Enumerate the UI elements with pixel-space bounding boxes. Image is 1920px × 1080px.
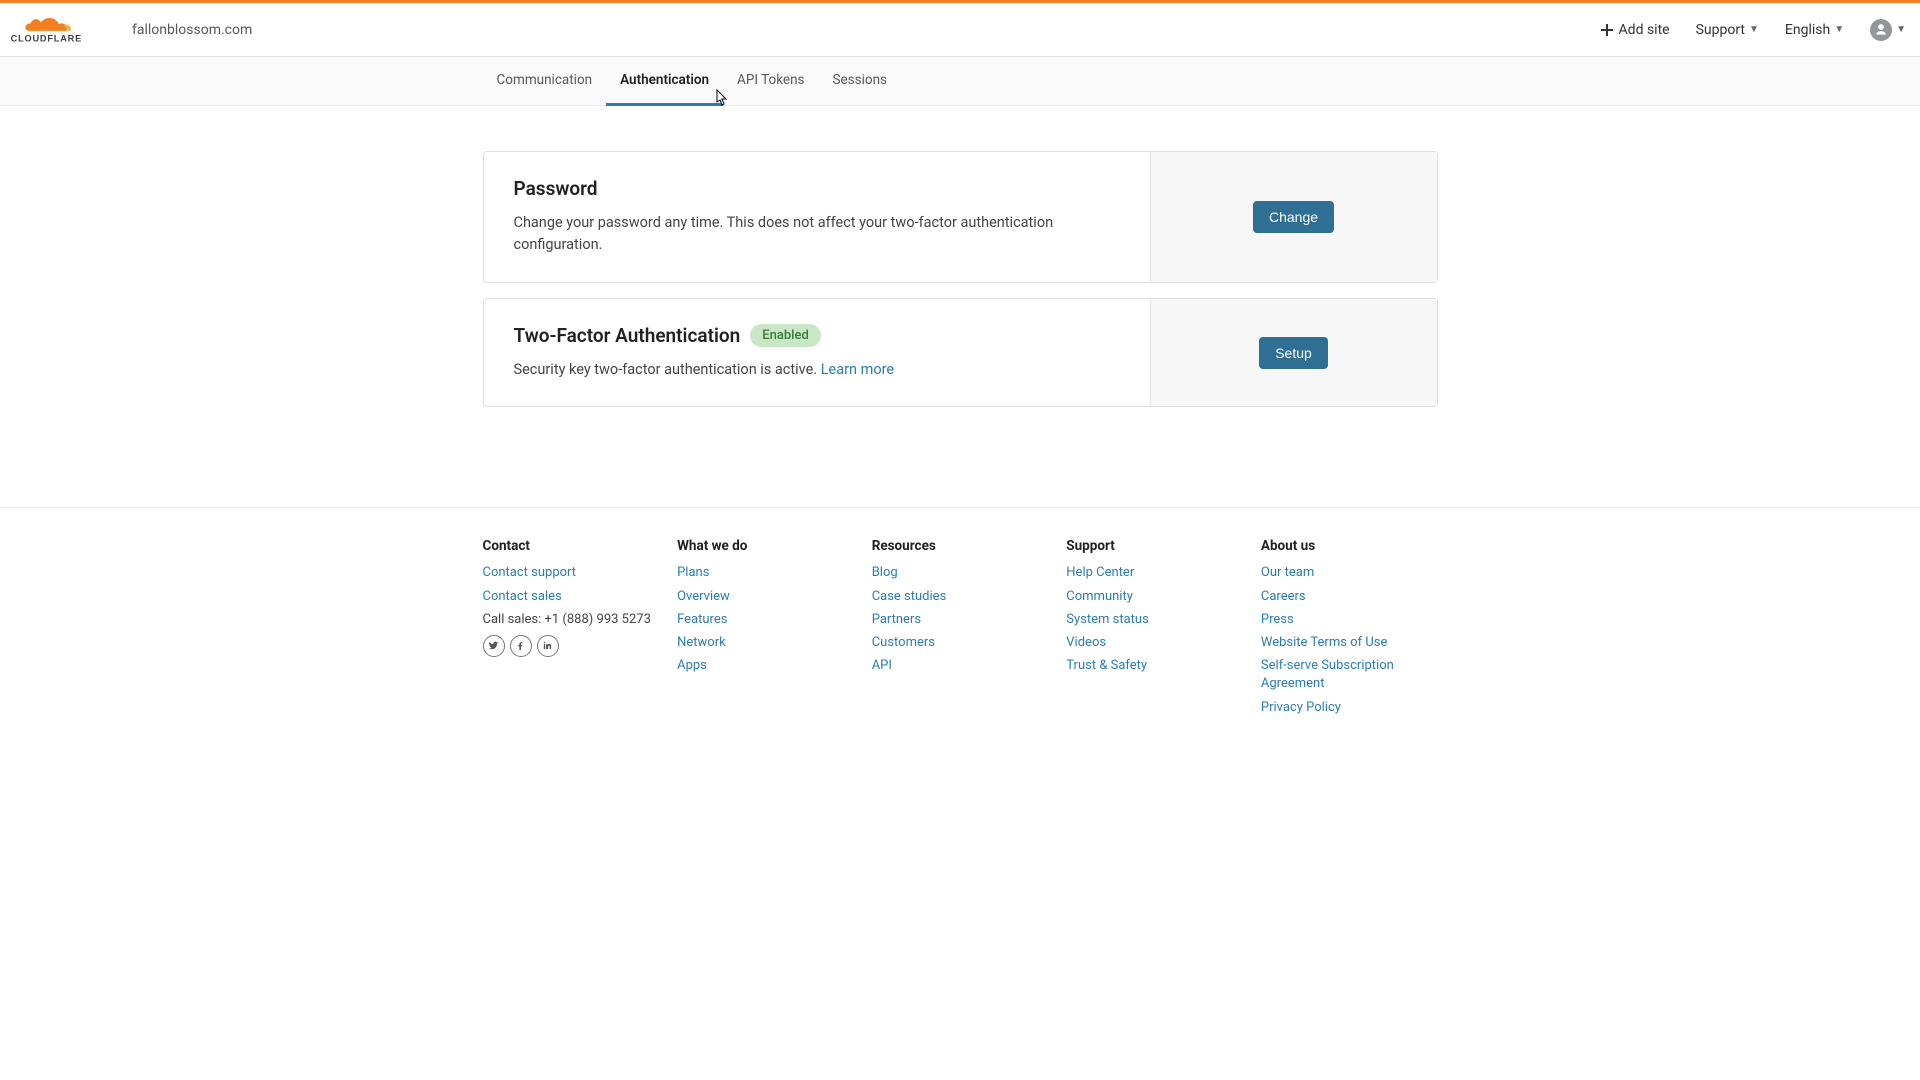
footer-link-careers[interactable]: Careers: [1261, 589, 1306, 604]
caret-down-icon: ▼: [1749, 24, 1759, 35]
password-card: Password Change your password any time. …: [483, 151, 1438, 283]
profile-tabs: Communication Authentication API Tokens …: [0, 57, 1920, 106]
footer-link-privacy[interactable]: Privacy Policy: [1261, 700, 1341, 715]
footer-link-features[interactable]: Features: [677, 612, 727, 627]
twitter-icon[interactable]: [483, 635, 505, 657]
footer-link-api[interactable]: API: [872, 658, 892, 673]
add-site-button[interactable]: Add site: [1601, 22, 1670, 38]
two-factor-learn-more-link[interactable]: Learn more: [821, 361, 894, 378]
footer-about-title: About us: [1261, 538, 1438, 554]
footer-link-apps[interactable]: Apps: [677, 658, 707, 673]
tab-sessions[interactable]: Sessions: [819, 57, 902, 106]
footer-link-blog[interactable]: Blog: [872, 565, 898, 580]
footer-link-partners[interactable]: Partners: [872, 612, 921, 627]
two-factor-setup-button[interactable]: Setup: [1259, 337, 1328, 369]
footer-col-whatwedo: What we do Plans Overview Features Netwo…: [677, 538, 854, 721]
account-menu[interactable]: ▼: [1870, 19, 1906, 41]
header-left: CLOUDFLARE fallonblossom.com: [4, 14, 252, 46]
footer-resources-title: Resources: [872, 538, 1049, 554]
tab-authentication[interactable]: Authentication: [606, 57, 723, 106]
footer-link-customers[interactable]: Customers: [872, 635, 935, 650]
page-footer: Contact Contact support Contact sales Ca…: [0, 507, 1920, 721]
footer-contact-title: Contact: [483, 538, 660, 554]
password-desc: Change your password any time. This does…: [514, 212, 1120, 257]
tab-api-tokens[interactable]: API Tokens: [723, 57, 818, 106]
caret-down-icon: ▼: [1896, 24, 1906, 35]
two-factor-status-badge: Enabled: [750, 324, 821, 347]
two-factor-card: Two-Factor Authentication Enabled Securi…: [483, 298, 1438, 407]
footer-link-videos[interactable]: Videos: [1066, 635, 1106, 650]
support-label: Support: [1696, 22, 1745, 38]
footer-whatwedo-title: What we do: [677, 538, 854, 554]
top-header: CLOUDFLARE fallonblossom.com Add site Su…: [0, 3, 1920, 57]
footer-link-terms[interactable]: Website Terms of Use: [1261, 635, 1387, 650]
support-menu[interactable]: Support ▼: [1696, 22, 1759, 38]
avatar-icon: [1870, 19, 1892, 41]
password-title: Password: [514, 177, 1120, 200]
linkedin-icon[interactable]: [537, 635, 559, 657]
footer-link-selfserve[interactable]: Self-serve Subscription Agreement: [1261, 658, 1394, 691]
facebook-icon[interactable]: [510, 635, 532, 657]
footer-link-systemstatus[interactable]: System status: [1066, 612, 1149, 627]
footer-link-plans[interactable]: Plans: [677, 565, 709, 580]
caret-down-icon: ▼: [1834, 24, 1844, 35]
plus-icon: [1601, 24, 1613, 36]
footer-link-ourteam[interactable]: Our team: [1261, 565, 1314, 580]
footer-support-title: Support: [1066, 538, 1243, 554]
footer-link-contact-sales[interactable]: Contact sales: [483, 589, 562, 604]
tab-communication[interactable]: Communication: [483, 57, 607, 106]
footer-link-press[interactable]: Press: [1261, 612, 1294, 627]
two-factor-desc: Security key two-factor authentication i…: [514, 361, 821, 378]
header-right: Add site Support ▼ English ▼ ▼: [1601, 19, 1906, 41]
svg-text:CLOUDFLARE: CLOUDFLARE: [11, 33, 82, 43]
footer-col-support: Support Help Center Community System sta…: [1066, 538, 1243, 721]
language-label: English: [1785, 22, 1830, 38]
footer-col-resources: Resources Blog Case studies Partners Cus…: [872, 538, 1049, 721]
add-site-label: Add site: [1619, 22, 1670, 38]
change-password-button[interactable]: Change: [1253, 201, 1334, 233]
account-domain[interactable]: fallonblossom.com: [132, 22, 252, 38]
footer-link-network[interactable]: Network: [677, 635, 726, 650]
footer-col-contact: Contact Contact support Contact sales Ca…: [483, 538, 660, 721]
footer-col-about: About us Our team Careers Press Website …: [1261, 538, 1438, 721]
footer-call-sales: Call sales: +1 (888) 993 5273: [483, 611, 660, 629]
footer-link-contact-support[interactable]: Contact support: [483, 565, 577, 580]
footer-link-trustsafety[interactable]: Trust & Safety: [1066, 658, 1147, 673]
two-factor-title: Two-Factor Authentication: [514, 324, 741, 347]
footer-link-helpcenter[interactable]: Help Center: [1066, 565, 1134, 580]
footer-link-casestudies[interactable]: Case studies: [872, 589, 947, 604]
cloudflare-logo[interactable]: CLOUDFLARE: [4, 14, 104, 46]
footer-link-community[interactable]: Community: [1066, 589, 1133, 604]
main-content: Password Change your password any time. …: [0, 106, 1920, 407]
language-menu[interactable]: English ▼: [1785, 22, 1844, 38]
footer-link-overview[interactable]: Overview: [677, 589, 730, 604]
